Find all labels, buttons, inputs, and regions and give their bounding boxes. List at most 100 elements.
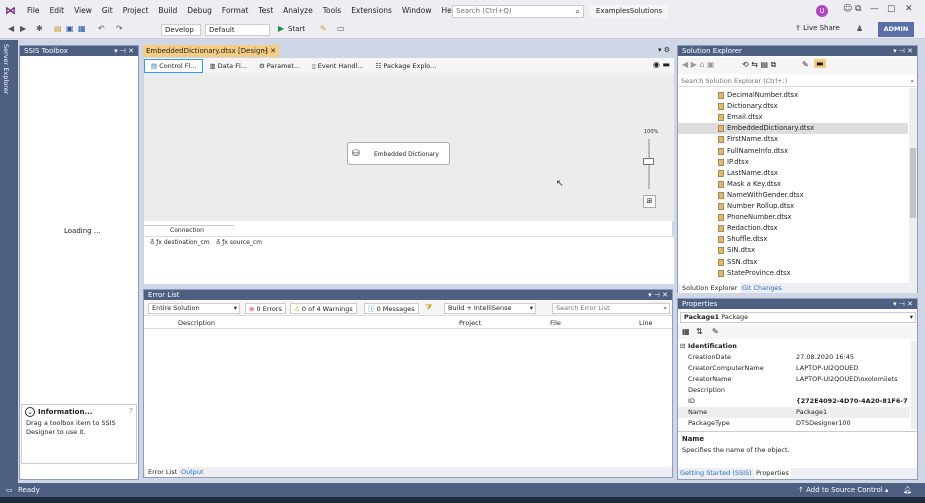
property-section[interactable]: ⊟ Identification [678, 341, 910, 352]
connection-managers-tab[interactable]: Connection Managers [144, 225, 234, 244]
restore-icon[interactable]: ⧉ [855, 4, 861, 14]
error-search-input[interactable]: Search Error List ⌕ [552, 303, 670, 314]
tool-icon[interactable]: ✎ [320, 24, 327, 33]
error-list-window-controls[interactable]: ▾ ⊣ ✕ [648, 290, 668, 300]
preview-icon[interactable]: ▬ [814, 59, 826, 68]
document-tab[interactable]: EmbeddedDictionary.dtsx [Design] ⊣ ✕ [143, 45, 279, 57]
property-row[interactable]: CreationDate 27.08.2020 16:45 [678, 352, 910, 363]
solution-file-item[interactable]: Shuffle.dtsx [718, 234, 767, 245]
search-input[interactable]: Search (Ctrl+Q) ⌕ [452, 5, 584, 18]
tab-package-explorer[interactable]: ☷ Package Explo... [370, 60, 443, 72]
new-project-icon[interactable]: ✱ [36, 24, 43, 33]
solution-scrollbar[interactable] [909, 88, 917, 283]
feedback-icon[interactable]: ☺ [843, 4, 852, 14]
menu-tools[interactable]: Tools [318, 0, 346, 22]
property-value[interactable]: 27.08.2020 16:45 [796, 352, 908, 363]
minimize-icon[interactable]: — [870, 4, 879, 14]
property-row[interactable]: PackageType DTSDesigner100 [678, 418, 910, 429]
menu-file[interactable]: File [22, 0, 45, 22]
solution-file-item[interactable]: IP.dtsx [718, 157, 749, 168]
user-avatar[interactable]: U [816, 5, 828, 17]
forward-icon[interactable]: ▶ [20, 24, 26, 33]
menu-analyze[interactable]: Analyze [278, 0, 318, 22]
start-icon[interactable]: ▶ [278, 24, 284, 33]
errors-filter-button[interactable]: ⊗ 0 Errors [245, 303, 286, 314]
visual-studio-logo-icon[interactable]: ⋈ [5, 5, 19, 17]
tab-event-handlers[interactable]: ▯ Event Handl... [306, 60, 369, 72]
properties-icon[interactable]: ✎ [802, 60, 809, 69]
zoom-to-fit-icon[interactable]: ⊞ [643, 195, 656, 208]
connection-item[interactable]: ♁ ƒx source_cm [216, 239, 262, 246]
back-icon[interactable]: ◀ [8, 24, 14, 33]
menu-extensions[interactable]: Extensions [346, 0, 397, 22]
solution-file-item[interactable]: Dictionary.dtsx [718, 101, 778, 112]
back-icon[interactable]: ◀ ▶ ⌂ ▣ [682, 60, 715, 69]
property-row[interactable]: ID {272E4092-4D70-4A20-81F6-74F [678, 396, 910, 407]
help-icon[interactable]: ? [129, 407, 133, 415]
close-icon[interactable]: ✕ [905, 4, 913, 14]
solution-file-item[interactable]: NameWithGender.dtsx [718, 190, 804, 201]
column-file[interactable]: File [550, 317, 561, 329]
save-icon[interactable]: ▣ [66, 24, 74, 33]
property-row[interactable]: CreatorComputerName LAPTOP-UI2QOUED [678, 363, 910, 374]
tab-parameters[interactable]: ⚙ Paramet... [253, 60, 306, 72]
object-select[interactable]: Package1 Package ▾ [680, 312, 916, 323]
tab-control-flow[interactable]: ▤ Control Fl... [144, 58, 204, 73]
solution-explorer-window-controls[interactable]: ▾ ⊣ ✕ [893, 46, 913, 56]
redo-icon[interactable]: ↷ [116, 24, 123, 33]
solution-file-item[interactable]: PhoneNumber.dtsx [718, 212, 791, 223]
solution-search-input[interactable]: Search Solution Explorer (Ctrl+;) ⌕ [678, 76, 917, 87]
open-folder-icon[interactable]: ▤ [54, 24, 62, 33]
property-value[interactable]: Package1 [796, 407, 908, 418]
column-description[interactable]: Description [178, 317, 215, 329]
menu-window[interactable]: Window [397, 0, 437, 22]
solution-file-item[interactable]: Email.dtsx [718, 112, 763, 123]
zoom-slider-thumb[interactable] [643, 158, 654, 165]
property-value[interactable]: LAPTOP-UI2QOUED\oxolomiiets [796, 374, 908, 385]
solution-file-item[interactable]: Number Rollup.dtsx [718, 201, 794, 212]
embedded-dictionary-task[interactable]: ⛁ Embedded Dictionary [347, 142, 450, 165]
property-row[interactable]: CreatorName LAPTOP-UI2QOUED\oxolomiiets [678, 374, 910, 385]
solution-file-item[interactable]: FirstName.dtsx [718, 134, 778, 145]
collapse-icon[interactable]: ⌄ [25, 407, 35, 417]
build-filter-select[interactable]: Build + IntelliSense ▾ [444, 303, 536, 314]
tab-properties[interactable]: Properties [754, 468, 791, 479]
menu-project[interactable]: Project [118, 0, 154, 22]
solution-file-item[interactable]: SSN.dtsx [718, 257, 757, 268]
solution-file-item[interactable]: Redaction.dtsx [718, 223, 778, 234]
control-flow-canvas[interactable]: ⛁ Embedded Dictionary 100% ⊞ ↖ [144, 73, 674, 221]
tab-overflow-icon[interactable]: ▾ ⚙ [658, 46, 670, 54]
layout-icon[interactable]: ▭ [337, 24, 345, 33]
start-button[interactable]: Start [288, 25, 305, 33]
server-explorer-strip[interactable]: Server Explorer [0, 40, 18, 484]
tab-getting-started[interactable]: Getting Started (SSIS) [680, 468, 752, 479]
column-project[interactable]: Project [459, 317, 481, 329]
save-all-icon[interactable]: ▦ [78, 24, 86, 33]
property-row[interactable]: Name Package1 [678, 407, 910, 418]
live-share-button[interactable]: ⇪ Live Share [795, 24, 840, 32]
menu-git[interactable]: Git [97, 0, 118, 22]
property-row[interactable]: Description [678, 385, 910, 396]
messages-filter-button[interactable]: ⓘ 0 Messages [364, 303, 419, 314]
categorized-icon[interactable]: ▦ [682, 327, 690, 336]
solution-file-item[interactable]: SIN.dtsx [718, 245, 755, 256]
admin-button[interactable]: ADMIN [878, 22, 914, 37]
properties-scrollbar[interactable] [911, 341, 917, 429]
property-pages-icon[interactable]: ✎ [712, 327, 719, 336]
solution-file-item[interactable]: LastName.dtsx [718, 168, 778, 179]
solution-file-item[interactable]: DecimalNumber.dtsx [718, 90, 798, 101]
notifications-icon[interactable]: 🔔︎ [903, 483, 912, 497]
menu-format[interactable]: Format [217, 0, 253, 22]
platform-select[interactable]: Default [205, 24, 270, 36]
designer-toolbar-icons[interactable]: ◉ ▬ [653, 60, 670, 69]
admin-icon[interactable]: ♟ [856, 24, 863, 33]
close-tab-icon[interactable]: ⊣ ✕ [262, 45, 276, 57]
tab-output[interactable]: Output [181, 467, 204, 477]
tab-solution-explorer[interactable]: Solution Explorer [680, 283, 740, 293]
property-value[interactable]: LAPTOP-UI2QOUED [796, 363, 908, 374]
menu-test[interactable]: Test [253, 0, 278, 22]
property-value[interactable]: {272E4092-4D70-4A20-81F6-74F [796, 396, 908, 407]
warnings-filter-button[interactable]: ⚠ 0 of 4 Warnings [290, 303, 357, 314]
tab-git-changes[interactable]: Git Changes [742, 283, 782, 293]
menu-debug[interactable]: Debug [182, 0, 217, 22]
